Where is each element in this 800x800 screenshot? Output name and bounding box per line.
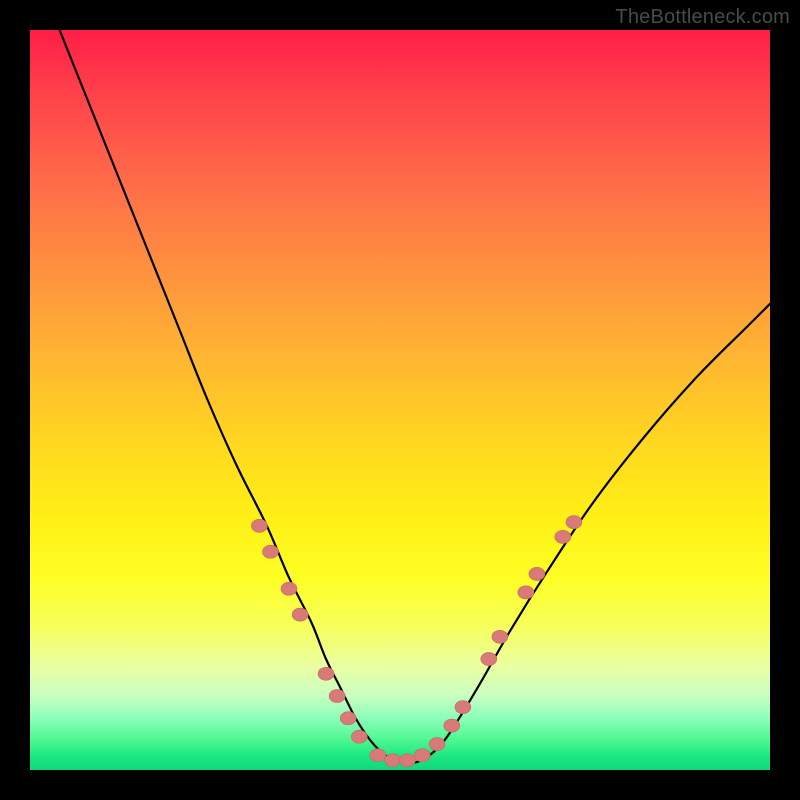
data-point xyxy=(529,567,545,580)
data-point xyxy=(429,738,445,751)
data-point xyxy=(399,754,415,767)
watermark-text: TheBottleneck.com xyxy=(615,6,790,29)
data-point xyxy=(444,719,460,732)
data-point xyxy=(518,586,534,599)
data-point xyxy=(492,630,508,643)
data-point xyxy=(455,701,471,714)
data-point xyxy=(414,749,430,762)
data-point xyxy=(351,730,367,743)
data-point-markers xyxy=(251,516,582,767)
data-point xyxy=(481,652,497,665)
data-point xyxy=(329,689,345,702)
data-point xyxy=(370,749,386,762)
chart-container: TheBottleneck.com xyxy=(0,0,800,800)
data-point xyxy=(566,516,582,529)
data-point xyxy=(292,608,308,621)
data-point xyxy=(385,754,401,767)
data-point xyxy=(251,519,267,532)
data-point xyxy=(318,667,334,680)
plot-area xyxy=(30,30,770,770)
data-point xyxy=(555,530,571,543)
bottleneck-curve xyxy=(60,30,770,764)
curve-layer xyxy=(30,30,770,770)
data-point xyxy=(263,545,279,558)
data-point xyxy=(340,712,356,725)
data-point xyxy=(281,582,297,595)
